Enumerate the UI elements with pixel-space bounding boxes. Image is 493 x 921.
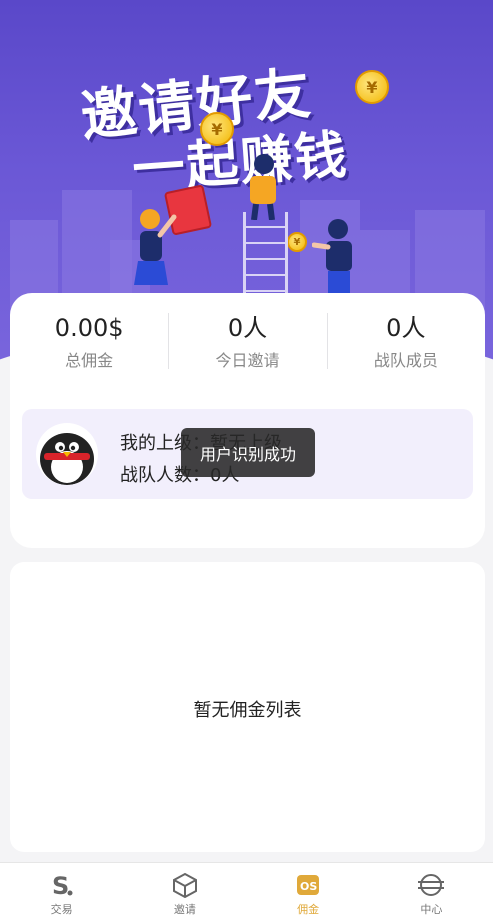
coin-icon: ¥ (200, 112, 234, 146)
tab-label: 邀请 (173, 903, 196, 916)
stat-total-commission: 0.00$ 总佣金 (10, 311, 168, 373)
ladder-illustration (243, 212, 288, 302)
stat-today-invites: 0人 今日邀请 (168, 311, 326, 373)
stat-label: 今日邀请 (215, 351, 280, 370)
stats-row: 0.00$ 总佣金 0人 今日邀请 0人 战队成员 (10, 311, 485, 373)
svg-text:OS: OS (300, 880, 317, 893)
tab-center[interactable]: 中心 (370, 863, 493, 921)
tab-invite[interactable]: 邀请 (123, 863, 246, 921)
center-icon (418, 874, 445, 896)
cube-icon (172, 872, 197, 898)
empty-state-text: 暂无佣金列表 (193, 700, 302, 721)
stats-card: 0.00$ 总佣金 0人 今日邀请 0人 战队成员 我的上级：暂无上级 (10, 293, 485, 548)
stat-team-members: 0人 战队成员 (326, 311, 485, 373)
tab-label: 中心 (420, 903, 443, 916)
coin-icon: ¥ (355, 70, 389, 104)
stat-label: 战队成员 (373, 351, 438, 370)
man-illustration (312, 219, 352, 295)
toast-message: 用户识别成功 (181, 428, 315, 477)
man-illustration (250, 154, 276, 220)
svg-text:S: S (52, 872, 69, 898)
commission-icon: OS (297, 875, 320, 895)
woman-illustration (134, 209, 177, 285)
stat-label: 总佣金 (65, 351, 114, 370)
tab-commission[interactable]: OS 佣金 (247, 863, 370, 921)
stat-value: 0人 (386, 314, 426, 342)
tab-label: 佣金 (297, 903, 320, 916)
commission-list: 暂无佣金列表 (10, 562, 485, 852)
penguin-avatar-icon (40, 433, 94, 485)
stat-value: 0.00$ (54, 314, 124, 342)
tab-trade[interactable]: S 交易 (0, 863, 123, 921)
tab-label: 交易 (50, 903, 73, 916)
avatar (36, 423, 98, 485)
stat-value: 0人 (227, 314, 268, 342)
s-logo-icon: S (52, 872, 73, 898)
coin-icon: ¥ (287, 232, 307, 252)
bottom-tabbar: S 交易 邀请 OS 佣金 中心 (0, 862, 493, 921)
